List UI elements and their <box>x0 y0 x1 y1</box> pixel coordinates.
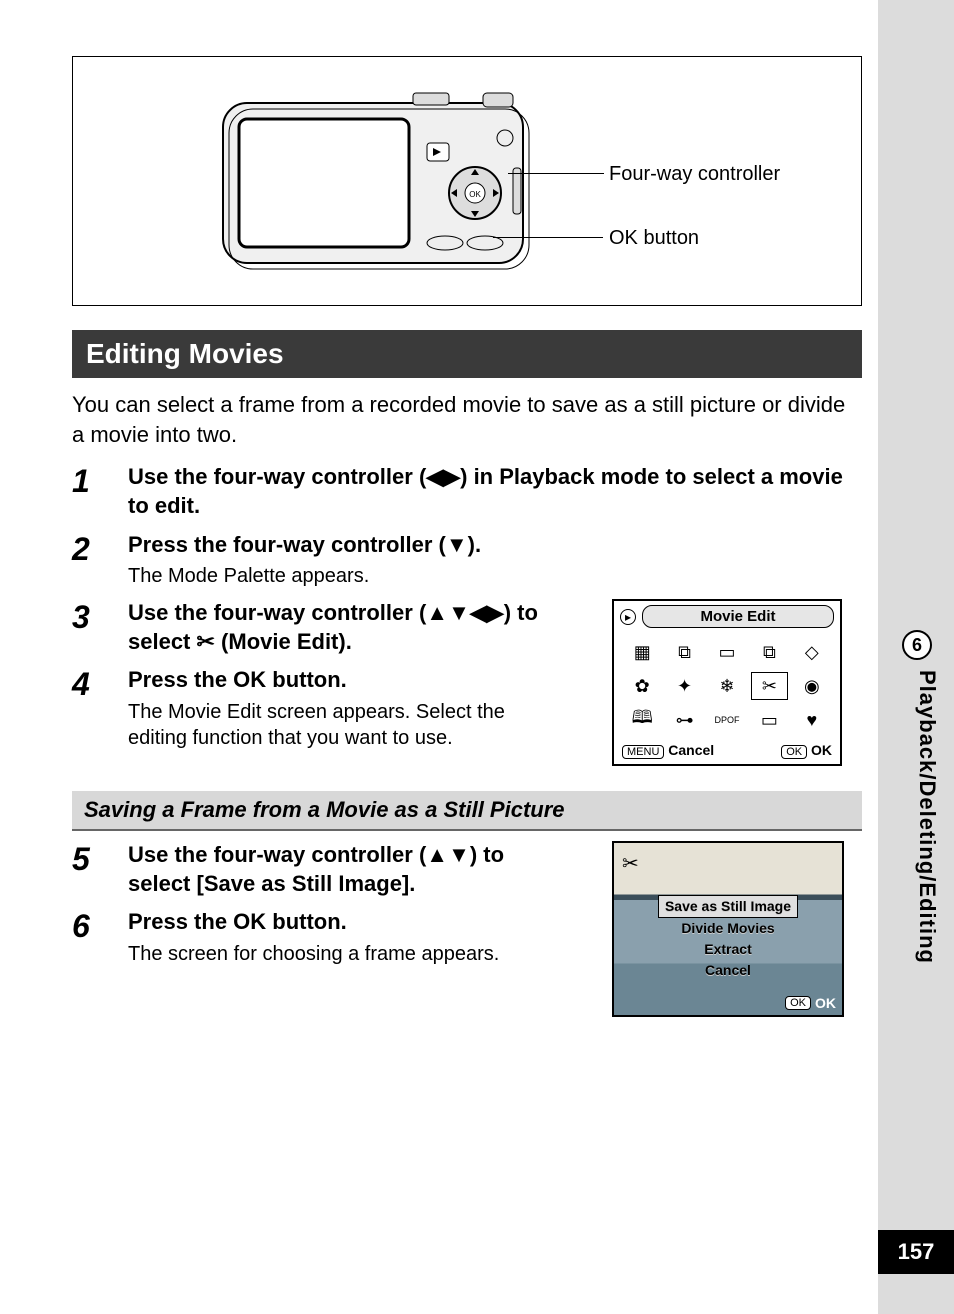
up-triangle-icon: ▲ <box>426 600 448 625</box>
scissors-icon: ✂ <box>622 851 639 876</box>
step-number: 6 <box>72 908 128 967</box>
movie-edit-menu-screen: ✂ Save as Still Image Divide Movies Extr… <box>612 841 844 1017</box>
step-number: 5 <box>72 841 128 898</box>
step-title: Use the four-way controller (▲▼◀▶) to se… <box>128 599 562 656</box>
palette-icon-voice: 🕮 <box>624 706 660 734</box>
step-title: Press the OK button. <box>128 666 562 695</box>
menu-cancel: MENU Cancel <box>622 742 714 758</box>
step-number: 3 <box>72 599 128 656</box>
step-title: Use the four-way controller (◀▶) in Play… <box>128 463 862 520</box>
camera-illustration: OK <box>213 73 543 293</box>
step-5: 5 Use the four-way controller (▲▼) to se… <box>72 841 572 898</box>
palette-footer: MENU Cancel OK OK <box>614 738 840 764</box>
menu-option-save-still: Save as Still Image <box>658 895 798 918</box>
down-triangle-icon: ▼ <box>448 842 470 867</box>
steps-list: 1 Use the four-way controller (◀▶) in Pl… <box>72 463 862 751</box>
down-triangle-icon: ▼ <box>446 532 468 557</box>
page-number: 157 <box>878 1230 954 1274</box>
up-triangle-icon: ▲ <box>426 842 448 867</box>
palette-icon-favorite: ♥ <box>794 706 830 734</box>
palette-icon-crop: ▭ <box>709 638 745 666</box>
step-number: 1 <box>72 463 128 520</box>
step-3: 3 Use the four-way controller (▲▼◀▶) to … <box>72 599 562 656</box>
palette-icon-movie-edit: ✂ <box>751 672 787 700</box>
step-number: 4 <box>72 666 128 751</box>
palette-icon-protect: ⊶ <box>666 706 702 734</box>
down-triangle-icon: ▼ <box>448 600 470 625</box>
palette-icon-brightness: ✦ <box>666 672 702 700</box>
menu-option-divide: Divide Movies <box>681 920 774 936</box>
camera-diagram: OK Four-way controller OK button <box>72 56 862 306</box>
callout-label-ok: OK button <box>609 227 699 250</box>
palette-icon-dpof: DPOF <box>709 706 745 734</box>
ok-button-icon: OK <box>785 996 811 1010</box>
mode-palette-screen: ▸ Movie Edit ▦ ⧉ ▭ ⧉ ◇ ✿ ✦ ❄ ✂ ◉ � <box>612 599 842 766</box>
chapter-label: Playback/Deleting/Editing <box>914 670 940 964</box>
playback-icon: ▸ <box>620 609 636 625</box>
palette-icon-resize: ⧉ <box>666 638 702 666</box>
palette-icon-effect: ❄ <box>709 672 745 700</box>
svg-text:OK: OK <box>469 190 481 199</box>
palette-icon-copy: ⧉ <box>751 638 787 666</box>
callout-label-fourway: Four-way controller <box>609 163 780 186</box>
left-triangle-icon: ◀ <box>470 600 487 625</box>
chapter-number: 6 <box>912 635 922 656</box>
movie-edit-menu: Save as Still Image Divide Movies Extrac… <box>630 895 826 981</box>
step-1: 1 Use the four-way controller (◀▶) in Pl… <box>72 463 862 520</box>
palette-title: Movie Edit <box>642 605 834 628</box>
callout-line-fourway <box>508 173 604 174</box>
step-desc: The screen for choosing a frame appears. <box>128 941 572 967</box>
step-5-6-group: 5 Use the four-way controller (▲▼) to se… <box>72 841 862 967</box>
chapter-badge: 6 <box>902 630 932 660</box>
ok-confirm: OK OK <box>781 742 832 758</box>
left-triangle-icon: ◀ <box>426 464 443 489</box>
palette-icon-redeye: ◉ <box>794 672 830 700</box>
menu-button-icon: MENU <box>622 745 664 759</box>
palette-icon-start: ▭ <box>751 706 787 734</box>
step-6: 6 Press the OK button. The screen for ch… <box>72 908 572 967</box>
scissors-icon: ✂ <box>197 629 215 654</box>
palette-icon-filter: ✿ <box>624 672 660 700</box>
right-triangle-icon: ▶ <box>487 600 504 625</box>
palette-grid: ▦ ⧉ ▭ ⧉ ◇ ✿ ✦ ❄ ✂ ◉ 🕮 ⊶ DPOF ▭ <box>614 632 840 738</box>
intro-text: You can select a frame from a recorded m… <box>72 390 862 449</box>
sub-section-header: Saving a Frame from a Movie as a Still P… <box>72 791 862 831</box>
menu-option-cancel: Cancel <box>705 962 751 978</box>
step-4: 4 Press the OK button. The Movie Edit sc… <box>72 666 562 751</box>
page: 6 Playback/Deleting/Editing 157 OK <box>0 0 954 1314</box>
step-title: Press the OK button. <box>128 908 572 937</box>
ok-confirm: OK OK <box>785 995 836 1011</box>
callout-line-ok <box>493 237 603 238</box>
step-2: 2 Press the four-way controller (▼). The… <box>72 531 862 590</box>
palette-icon-slideshow: ▦ <box>624 638 660 666</box>
step-desc: The Movie Edit screen appears. Select th… <box>128 699 562 751</box>
content-area: OK Four-way controller OK button Editi <box>72 56 862 967</box>
ok-button-icon: OK <box>781 745 807 759</box>
menu-option-extract: Extract <box>704 941 751 957</box>
section-header: Editing Movies <box>72 330 862 378</box>
step-title: Use the four-way controller (▲▼) to sele… <box>128 841 572 898</box>
step-number: 2 <box>72 531 128 590</box>
step-desc: The Mode Palette appears. <box>128 563 862 589</box>
step-3-4-group: 3 Use the four-way controller (▲▼◀▶) to … <box>72 599 862 751</box>
right-triangle-icon: ▶ <box>443 464 460 489</box>
step-title: Press the four-way controller (▼). <box>128 531 862 560</box>
palette-icon-rotate: ◇ <box>794 638 830 666</box>
